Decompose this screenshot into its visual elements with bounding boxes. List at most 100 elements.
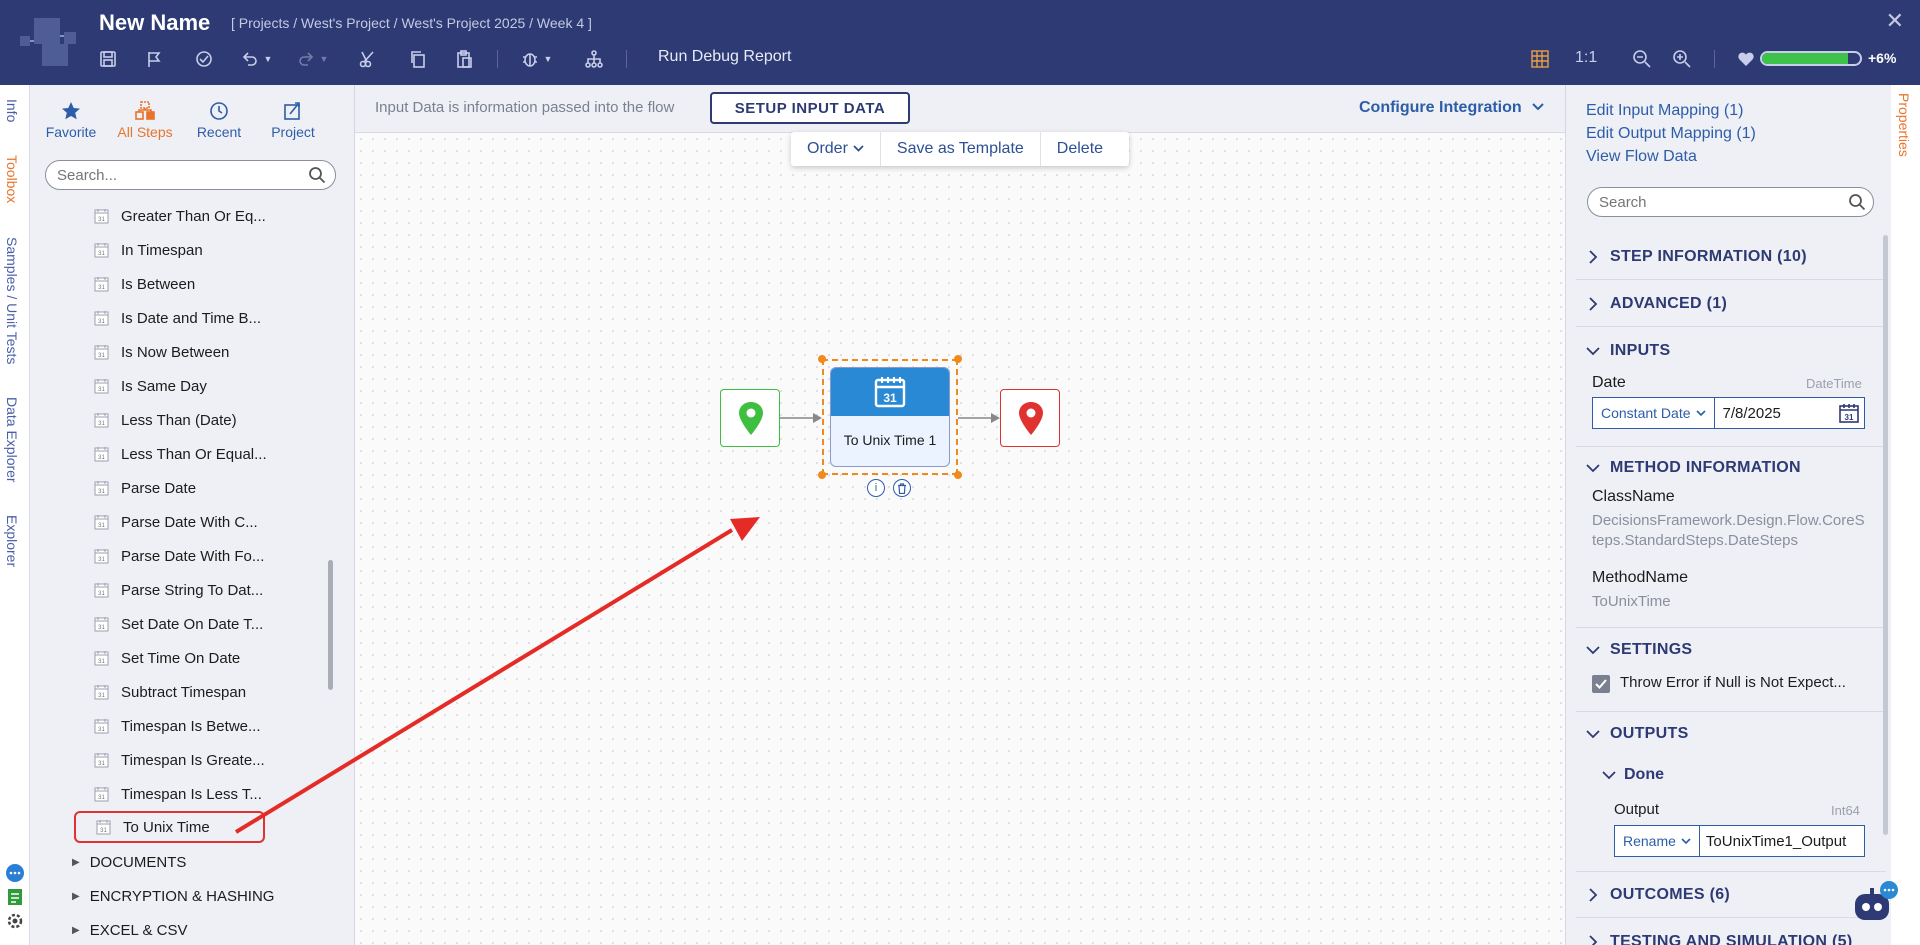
hierarchy-icon[interactable] [582,47,606,71]
end-node[interactable] [1000,389,1060,447]
tab-explorer[interactable]: Explorer [4,515,20,567]
flow-canvas[interactable] [355,85,1565,945]
flow-title[interactable]: New Name [99,10,210,36]
toolbox-category[interactable]: ▶ DOCUMENTS [72,845,186,879]
trash-icon[interactable] [893,479,911,497]
properties-scrollbar[interactable] [1883,235,1888,835]
toolbox-step[interactable]: 31 Set Time On Date [94,641,240,675]
toolbox-step[interactable]: 31 Is Date and Time B... [94,301,261,335]
date-mode-label: Constant Date [1601,405,1691,421]
debug-icon[interactable]: ▼ [516,47,556,71]
cut-icon[interactable] [356,47,380,71]
undo-icon[interactable]: ▼ [238,47,274,71]
output-mode-dropdown[interactable]: Rename [1615,826,1700,856]
throw-error-checkbox[interactable] [1592,675,1610,693]
toolbox-step[interactable]: 31 Is Between [94,267,195,301]
resize-handle[interactable] [954,355,962,363]
toolbox-step[interactable]: 31 Greater Than Or Eq... [94,199,266,233]
tab-project[interactable]: Project [256,100,330,140]
save-as-template-button[interactable]: Save as Template [881,132,1041,166]
toolbox-category[interactable]: ▶ EXCEL & CSV [72,913,188,945]
resize-handle[interactable] [818,471,826,479]
toolbox-category[interactable]: ▶ ENCRYPTION & HASHING [72,879,274,913]
toolbox-step[interactable]: 31 Is Now Between [94,335,229,369]
section-settings[interactable]: SETTINGS [1576,627,1886,673]
toolbox-step[interactable]: 31 Timespan Is Greate... [94,743,265,777]
heart-icon[interactable] [1734,47,1758,71]
close-icon[interactable]: ✕ [1886,8,1904,34]
copy-icon[interactable] [406,47,430,71]
section-advanced[interactable]: ADVANCED (1) [1576,281,1886,327]
configure-integration-dropdown[interactable]: Configure Integration [1359,99,1544,117]
toolbox-step[interactable]: 31 Is Same Day [94,369,207,403]
toolbox-step[interactable]: 31 Less Than Or Equal... [94,437,267,471]
resize-handle[interactable] [818,355,826,363]
tab-properties[interactable]: Properties [1896,93,1912,157]
start-node[interactable] [720,389,780,447]
save-icon[interactable] [96,47,120,71]
chat-icon[interactable] [5,863,25,883]
properties-search-input[interactable] [1587,187,1874,217]
toolbox-step[interactable]: 31 In Timespan [94,233,203,267]
resize-handle[interactable] [954,471,962,479]
toolbox-step[interactable]: 31 Parse Date With C... [94,505,258,539]
section-outputs[interactable]: OUTPUTS [1576,711,1886,757]
toolbox-search-input[interactable] [45,160,336,190]
section-outcomes[interactable]: OUTCOMES (6) [1576,872,1886,918]
chevron-down-icon [1586,730,1600,739]
outcome-done-group[interactable]: Done [1602,766,1664,784]
section-method-information[interactable]: METHOD INFORMATION [1576,445,1886,491]
toolbox-step[interactable]: 31 Timespan Is Less T... [94,777,262,811]
setup-input-data-button[interactable]: SETUP INPUT DATA [710,92,910,124]
actual-size-button[interactable]: 1:1 [1575,49,1597,67]
tab-data-explorer[interactable]: Data Explorer [4,397,20,483]
notes-icon[interactable] [5,887,25,907]
tab-favorite[interactable]: Favorite [34,100,108,140]
toolbox-step-to-unix-time[interactable]: 31 To Unix Time [74,811,265,843]
tab-recent[interactable]: Recent [182,100,256,140]
order-dropdown[interactable]: Order [791,132,881,166]
svg-text:31: 31 [98,761,105,767]
section-testing-simulation[interactable]: TESTING AND SIMULATION (5) [1576,919,1886,945]
tab-toolbox[interactable]: Toolbox [4,155,20,203]
section-inputs[interactable]: INPUTS [1576,328,1886,374]
info-icon[interactable]: i [867,479,885,497]
toolbox-step[interactable]: 31 Less Than (Date) [94,403,237,437]
date-value-input[interactable]: 7/8/2025 [1715,405,1839,422]
app-logo-icon[interactable] [20,14,78,70]
toolbox-step[interactable]: 31 Set Date On Date T... [94,607,263,641]
delete-button[interactable]: Delete [1041,132,1119,166]
output-name-input[interactable]: ToUnixTime1_Output [1700,833,1864,850]
zoom-in-icon[interactable] [1670,47,1694,71]
toolbox-step[interactable]: 31 Subtract Timespan [94,675,246,709]
toolbox-step[interactable]: 31 Parse Date [94,471,196,505]
run-debug-report-button[interactable]: Run Debug Report [658,48,791,66]
assistant-bot-icon[interactable] [1853,880,1899,924]
view-flow-data-link[interactable]: View Flow Data [1586,148,1697,166]
toolbox-scrollbar[interactable] [328,560,333,690]
date-mode-dropdown[interactable]: Constant Date [1593,398,1715,428]
input-data-info: Input Data is information passed into th… [375,99,675,116]
toolbox-step[interactable]: 31 Parse String To Dat... [94,573,263,607]
paste-icon[interactable] [452,47,476,71]
redo-icon[interactable]: ▼ [294,47,330,71]
toolbox-step-label: Greater Than Or Eq... [121,207,266,225]
flag-icon[interactable] [142,47,166,71]
toolbox-step[interactable]: 31 Parse Date With Fo... [94,539,264,573]
search-icon[interactable] [308,166,326,184]
search-icon[interactable] [1848,193,1866,211]
calendar-picker-icon[interactable]: 31 [1838,402,1860,424]
toolbox-step[interactable]: 31 Timespan Is Betwe... [94,709,261,743]
zoom-out-icon[interactable] [1630,47,1654,71]
project-icon [284,102,300,120]
tab-samples-unit-tests[interactable]: Samples / Unit Tests [4,237,20,364]
section-step-information[interactable]: STEP INFORMATION (10) [1576,234,1886,280]
settings-icon[interactable] [5,911,25,931]
tab-info[interactable]: Info [4,99,20,122]
grid-icon[interactable] [1528,47,1552,71]
tab-all-steps[interactable]: All Steps [108,100,182,140]
edit-input-mapping-link[interactable]: Edit Input Mapping (1) [1586,102,1743,120]
step-node-to-unix-time[interactable]: 31 To Unix Time 1 [830,367,950,467]
validate-icon[interactable] [192,47,216,71]
edit-output-mapping-link[interactable]: Edit Output Mapping (1) [1586,125,1756,143]
